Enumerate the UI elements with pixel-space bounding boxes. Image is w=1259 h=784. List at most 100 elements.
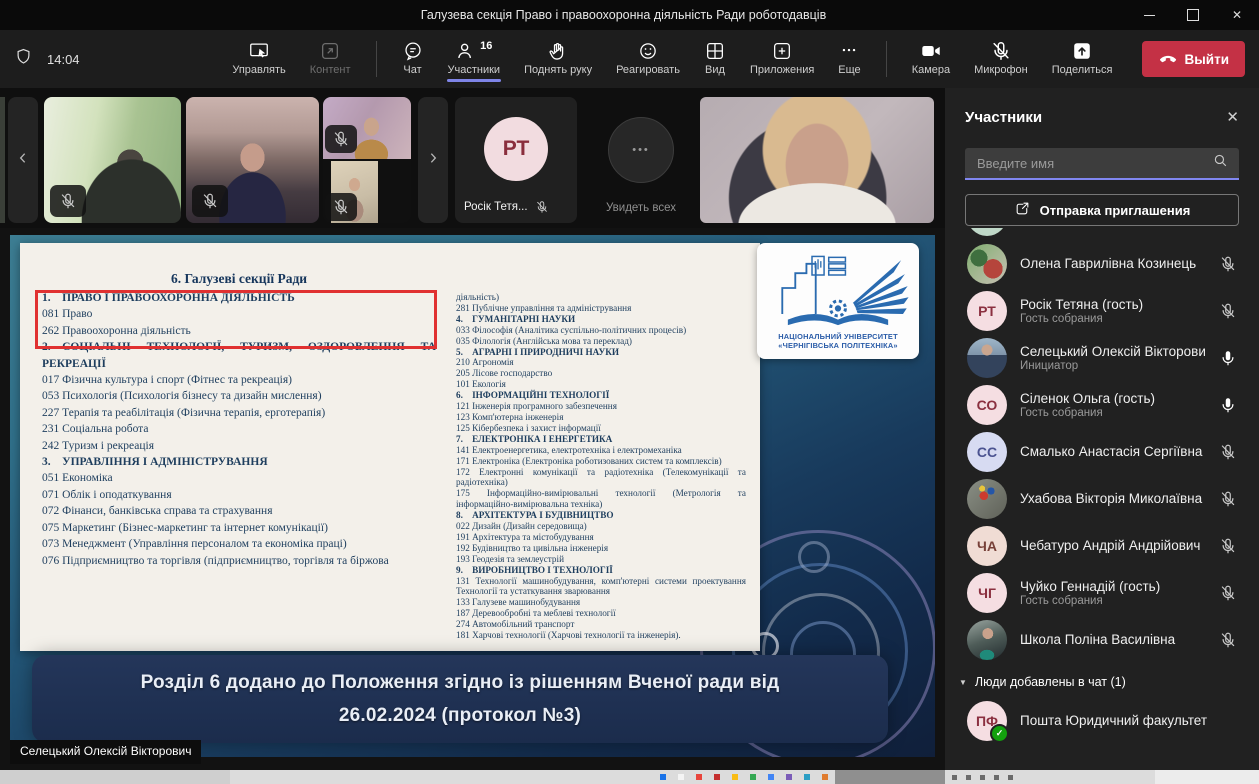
chevron-left-icon [15,150,31,171]
mic-muted-icon[interactable] [1219,584,1237,602]
invite-share-icon [1014,200,1031,220]
mic-on-icon[interactable] [1219,349,1237,367]
video-tile[interactable] [186,97,319,223]
mic-muted-icon[interactable] [1219,490,1237,508]
mic-muted-icon [201,192,219,210]
see-all-label: Увидеть всех [585,202,697,214]
mic-muted-icon[interactable] [1219,631,1237,649]
video-tile-group[interactable] [323,97,411,223]
participant-row[interactable]: Селецький Олексій Вікторович Инициатор [945,334,1259,381]
participant-row[interactable]: СС Смалько Анастасія Сергіївна [945,428,1259,475]
toolbar-divider [886,41,887,77]
red-highlight-box [35,290,437,349]
active-speaker-tile[interactable] [700,97,934,223]
slide-line: 187 Деревообробні та меблеві технології [456,608,746,619]
desktop-taskbar[interactable] [0,770,1259,784]
filmstrip-prev-button[interactable] [8,97,38,223]
slide-line: 076 Підприємництво та торгівля (підприєм… [42,553,436,569]
slide-line: діяльність) [456,292,746,303]
content-button[interactable]: Контент [301,35,360,83]
send-invite-button[interactable]: Отправка приглашения [965,194,1239,226]
manage-button[interactable]: Управлять [223,35,294,83]
taskbar-segment [1155,770,1259,784]
chevron-right-icon [425,150,441,171]
chat-added-section-header[interactable]: ▼ Люди добавлены в чат (1) [945,663,1259,697]
react-button[interactable]: Реагировать [607,35,689,83]
video-filmstrip: РТ Росік Тетя... ••• Увидеть всех [0,88,945,228]
participant-row[interactable]: Олена Гаврилівна Козинець [945,240,1259,287]
mic-muted-icon [990,40,1012,62]
avatar-video-tile[interactable]: РТ Росік Тетя... [455,97,577,223]
participant-row[interactable]: ЧА Чебатуро Андрій Андрійович [945,522,1259,569]
video-tile[interactable] [44,97,181,223]
participants-button[interactable]: 16 Участники [439,35,510,83]
slide-line: 6. ІНФОРМАЦІЙНІ ТЕХНОЛОГІЇ [456,390,746,401]
slide-line: 9. ВИРОБНИЦТВО І ТЕХНОЛОГІЇ [456,565,746,576]
participant-name: Селецький Олексій Вікторович [1020,344,1206,359]
toolbar-divider [376,41,377,77]
apps-button[interactable]: Приложения [741,35,823,83]
avatar [967,479,1007,519]
mic-muted-icon[interactable] [1219,537,1237,555]
participants-icon: 16 [455,40,492,62]
mic-button[interactable]: Микрофон [965,35,1037,83]
filmstrip-next-button[interactable] [418,97,448,223]
minimize-button[interactable] [1127,0,1171,30]
raise-hand-icon [547,40,569,62]
search-input[interactable] [975,155,1204,172]
taskbar-tray-icons[interactable] [952,775,1013,780]
minimize-icon [1144,15,1155,16]
raise-hand-button[interactable]: Поднять руку [515,35,601,83]
view-button[interactable]: Вид [695,35,735,83]
slide-line: 192 Будівництво та цивільна інженерія [456,543,746,554]
banner-text-line1: Розділ 6 додано до Положення згідно із р… [141,666,780,699]
university-name-line1: НАЦІОНАЛЬНИЙ УНІВЕРСИТЕТ [757,332,919,341]
mic-on-icon[interactable] [1219,396,1237,414]
participant-row[interactable]: СО Сіленок Ольга (гость) Гость собрания [945,381,1259,428]
more-button[interactable]: Еще [829,35,869,83]
participant-row[interactable]: ПФ ✓ Пошта Юридичний факультет [945,697,1259,744]
panel-title: Участники [965,109,1042,126]
share-button[interactable]: Поделиться [1043,35,1122,83]
window-controls: ✕ [1127,0,1259,30]
slide-line: 022 Дизайн (Дизайн середовища) [456,521,746,532]
panel-close-button[interactable]: ✕ [1226,108,1239,126]
camera-button[interactable]: Камера [903,35,959,83]
see-all-tile[interactable]: ••• Увидеть всех [585,97,697,223]
tile-mute-badge [325,193,357,221]
maximize-button[interactable] [1171,0,1215,30]
slide-line: 053 Психологія (Психологія бізнесу та ди… [42,388,436,404]
mic-muted-icon[interactable] [1219,443,1237,461]
avatar: РТ [967,291,1007,331]
slide-line: 123 Комп'ютерна інженерія [456,412,746,423]
ellipsis-icon [838,40,860,62]
avatar: РТ [484,117,548,181]
chat-icon [402,40,424,62]
screen-share-stage: 6. Галузеві секції Ради 1. ПРАВО І ПРАВО… [0,228,945,770]
slide-line: 072 Фінанси, банківська справа та страху… [42,503,436,519]
chat-button[interactable]: Чат [393,35,433,83]
apps-plus-icon [771,40,793,62]
participant-row[interactable]: Школа Поліна Василівна [945,616,1259,663]
partial-video-tile [0,97,5,223]
see-all-ellipsis-icon[interactable]: ••• [608,117,674,183]
mic-muted-icon[interactable] [1219,302,1237,320]
participant-row[interactable]: ЧГ Чуйко Геннадій (гость) Гость собрания [945,569,1259,616]
slide-line: 231 Соціальна робота [42,421,436,437]
avatar: ПФ ✓ [967,701,1007,741]
participant-search[interactable] [965,148,1239,180]
close-button[interactable]: ✕ [1215,0,1259,30]
participant-name: Ухабова Вікторія Миколаївна [1020,491,1206,506]
mic-muted-icon[interactable] [1219,255,1237,273]
toolbar-items: Управлять Контент Чат 16 Участ [223,35,1245,83]
slide-line: 193 Геодезія та землеустрій [456,554,746,565]
slide-line: 205 Лісове господарство [456,368,746,379]
maximize-icon [1187,9,1199,21]
participant-name: Сіленок Ольга (гость) [1020,391,1206,406]
leave-button[interactable]: Выйти [1142,41,1246,77]
taskbar-app-icons[interactable] [660,774,828,780]
slide-line: 133 Галузеве машинобудування [456,597,746,608]
participant-row[interactable]: РТ Росік Тетяна (гость) Гость собрания [945,287,1259,334]
participant-row[interactable]: Ухабова Вікторія Миколаївна [945,475,1259,522]
avatar: СО [967,385,1007,425]
